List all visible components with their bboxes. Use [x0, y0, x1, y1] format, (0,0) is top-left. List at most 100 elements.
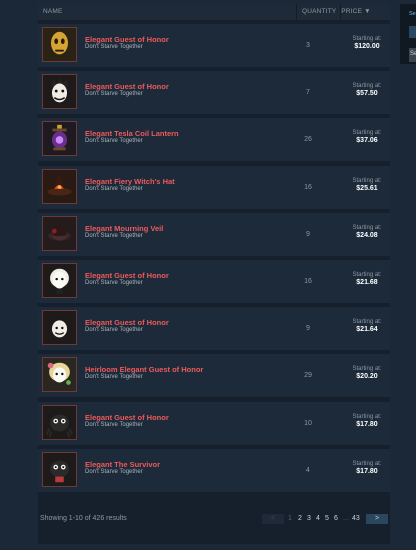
- mourning-veil-icon: [43, 216, 76, 250]
- price-label: Starting at:: [352, 83, 382, 90]
- item-price: $120.00: [354, 43, 380, 50]
- item-price: $24.08: [356, 231, 378, 239]
- item-game: Don't Starve Together: [85, 91, 143, 98]
- item-name-link[interactable]: Elegant Guest of Honor: [85, 35, 169, 44]
- header-divider: [296, 4, 297, 20]
- item-price: $57.50: [356, 90, 378, 98]
- table-header: NAME QUANTITY PRICE ▼: [38, 4, 390, 20]
- listing-row[interactable]: Elegant Tesla Coil Lantern Don't Starve T…: [38, 118, 390, 162]
- item-thumbnail[interactable]: [42, 310, 77, 346]
- item-game: Don't Starve Together: [85, 44, 143, 50]
- listing-row[interactable]: Heirloom Elegant Guest of Honor Don't Sta…: [38, 354, 390, 398]
- header-quantity[interactable]: QUANTITY: [302, 8, 336, 15]
- price-label: Starting at:: [352, 366, 382, 373]
- item-name-link[interactable]: Elegant Fiery Witch's Hat: [85, 177, 175, 186]
- item-quantity: 16: [304, 278, 312, 285]
- item-price: $17.80: [356, 467, 378, 475]
- item-game: Don't Starve Together: [85, 138, 143, 145]
- listing-row[interactable]: Elegant Guest of Honor Don't Starve Toget…: [38, 260, 390, 303]
- page-1: 1: [288, 515, 292, 522]
- item-game: Don't Starve Together: [85, 280, 143, 286]
- price-label: Starting at:: [352, 36, 382, 42]
- item-quantity: 10: [304, 419, 312, 427]
- item-quantity: 3: [306, 42, 310, 49]
- item-price: $25.61: [356, 184, 378, 192]
- item-game: Don't Starve Together: [85, 468, 143, 475]
- item-price: $20.20: [356, 373, 378, 381]
- webber-survivor-icon: [43, 452, 76, 486]
- item-thumbnail[interactable]: [42, 357, 77, 393]
- price-label: Starting at:: [352, 413, 382, 420]
- listing-row[interactable]: Elegant Guest of Honor Don't Starve Toget…: [38, 71, 390, 115]
- item-quantity: 16: [304, 183, 312, 191]
- item-name-link[interactable]: Elegant The Survivor: [85, 460, 160, 469]
- item-name-link[interactable]: Heirloom Elegant Guest of Honor: [85, 365, 203, 374]
- item-name-link[interactable]: Elegant Guest of Honor: [85, 318, 169, 327]
- item-price: $21.64: [356, 326, 378, 334]
- price-label: Starting at:: [352, 224, 382, 231]
- golden-mask-icon: [43, 28, 76, 61]
- item-price: $21.68: [356, 279, 378, 286]
- results-summary: Showing 1-10 of 426 results: [40, 515, 127, 522]
- page-4[interactable]: 4: [316, 515, 320, 522]
- page-5[interactable]: 5: [325, 515, 329, 522]
- item-thumbnail[interactable]: [42, 215, 77, 251]
- item-name-link[interactable]: Elegant Guest of Honor: [85, 271, 169, 280]
- page-2[interactable]: 2: [298, 515, 302, 522]
- price-label: Starting at:: [352, 130, 382, 137]
- page-3[interactable]: 3: [307, 515, 311, 522]
- item-quantity: 9: [306, 230, 310, 238]
- wendy-heirloom-icon: [43, 358, 76, 392]
- item-price: $37.06: [356, 137, 378, 145]
- item-thumbnail[interactable]: [42, 27, 77, 62]
- item-name-link[interactable]: Elegant Mourning Veil: [85, 224, 163, 233]
- page-ellipsis: ...: [343, 515, 349, 522]
- listing-row[interactable]: Elegant Guest of Honor Don't Starve Toget…: [38, 24, 390, 67]
- item-quantity: 7: [306, 89, 310, 97]
- listing-row[interactable]: Elegant Guest of Honor Don't Starve Toget…: [38, 307, 390, 351]
- item-game: Don't Starve Together: [85, 374, 143, 381]
- listing-row[interactable]: Elegant Guest of Honor Don't Starve Toget…: [38, 401, 390, 445]
- tesla-lantern-icon: [43, 122, 76, 156]
- item-quantity: 26: [304, 136, 312, 144]
- item-thumbnail[interactable]: [42, 404, 77, 440]
- item-game: Don't Starve Together: [85, 185, 143, 192]
- sidebar-label: Se: [409, 11, 416, 17]
- sidebar-button-label: Se: [410, 51, 416, 57]
- next-page-button[interactable]: >: [366, 514, 388, 524]
- item-thumbnail[interactable]: [42, 168, 77, 204]
- listing-row[interactable]: Elegant The Survivor Don't Starve Togethe…: [38, 448, 390, 492]
- item-thumbnail[interactable]: [42, 121, 77, 157]
- header-name[interactable]: NAME: [43, 8, 63, 15]
- price-label: Starting at:: [352, 460, 382, 467]
- webber-guest-icon: [43, 405, 76, 439]
- item-thumbnail[interactable]: [42, 263, 77, 298]
- wendy-guest-icon: [43, 264, 76, 297]
- page-6[interactable]: 6: [334, 515, 338, 522]
- listing-row[interactable]: Elegant Mourning Veil Don't Starve Togeth…: [38, 212, 390, 256]
- item-thumbnail[interactable]: [42, 74, 77, 110]
- item-quantity: 4: [306, 466, 310, 474]
- market-listings-panel: NAME QUANTITY PRICE ▼ Elegant Guest of H…: [38, 4, 390, 544]
- item-game: Don't Starve Together: [85, 232, 143, 239]
- page-43[interactable]: 43: [352, 515, 360, 522]
- sidebar-search-input[interactable]: [409, 26, 416, 38]
- wilson-guest-icon: [43, 75, 76, 109]
- item-quantity: 9: [306, 325, 310, 333]
- item-name-link[interactable]: Elegant Tesla Coil Lantern: [85, 129, 179, 138]
- witch-hat-icon: [43, 169, 76, 203]
- listing-row[interactable]: Elegant Fiery Witch's Hat Don't Starve To…: [38, 165, 390, 209]
- item-quantity: 29: [304, 372, 312, 380]
- header-price-sort[interactable]: PRICE ▼: [341, 8, 371, 15]
- price-label: Starting at:: [352, 319, 382, 326]
- sidebar-button[interactable]: Se: [409, 48, 416, 62]
- item-name-link[interactable]: Elegant Guest of Honor: [85, 413, 169, 422]
- maxwell-guest-icon: [43, 311, 76, 345]
- item-name-link[interactable]: Elegant Guest of Honor: [85, 82, 169, 91]
- price-label: Starting at:: [352, 177, 382, 184]
- prev-page-button[interactable]: <: [262, 514, 284, 524]
- item-thumbnail[interactable]: [42, 451, 77, 487]
- price-label: Starting at:: [352, 272, 382, 278]
- item-game: Don't Starve Together: [85, 421, 143, 428]
- item-price: $17.80: [356, 420, 378, 428]
